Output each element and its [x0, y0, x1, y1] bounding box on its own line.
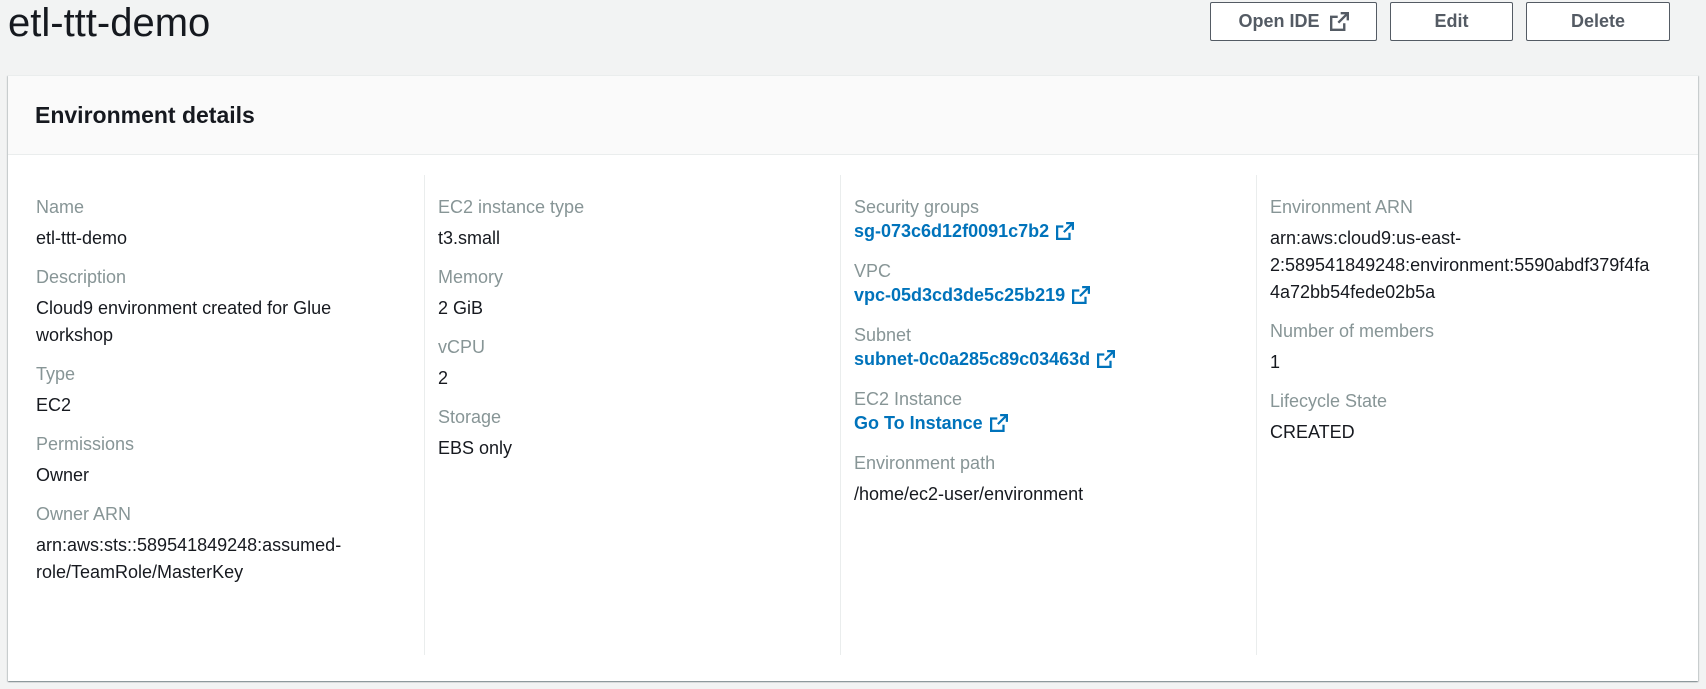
description-label: Description — [36, 267, 127, 287]
name-field: Name etl-ttt-demo — [36, 195, 410, 252]
lifecycle-field: Lifecycle State CREATED — [1270, 389, 1658, 446]
instance-type-value: t3.small — [438, 228, 501, 248]
subnet-field: Subnet subnet-0c0a285c89c03463d — [854, 323, 1242, 371]
environment-arn-value: arn:aws:cloud9:us-east-2:589541849248:en… — [1270, 228, 1650, 302]
vpc-field: VPC vpc-05d3cd3de5c25b219 — [854, 259, 1242, 307]
environment-arn-label: Environment ARN — [1270, 197, 1414, 217]
open-ide-button[interactable]: Open IDE — [1210, 2, 1377, 41]
security-group-link-text: sg-073c6d12f0091c7b2 — [854, 221, 1050, 241]
delete-button[interactable]: Delete — [1526, 2, 1670, 41]
go-to-instance-link[interactable]: Go To Instance — [854, 411, 1008, 435]
vcpu-label: vCPU — [438, 337, 486, 357]
external-link-icon — [1072, 286, 1091, 304]
panel-title: Environment details — [35, 101, 255, 128]
permissions-field: Permissions Owner — [36, 432, 410, 489]
security-groups-label: Security groups — [854, 197, 980, 217]
members-value: 1 — [1270, 352, 1281, 372]
header-actions: Open IDE Edit Delete — [1210, 2, 1670, 41]
go-to-instance-link-text: Go To Instance — [854, 413, 983, 433]
lifecycle-label: Lifecycle State — [1270, 391, 1388, 411]
subnet-link[interactable]: subnet-0c0a285c89c03463d — [854, 347, 1116, 371]
details-column-network: Security groups sg-073c6d12f0091c7b2 VPC… — [840, 175, 1256, 655]
environment-arn-field: Environment ARN arn:aws:cloud9:us-east-2… — [1270, 195, 1658, 306]
vcpu-value: 2 — [438, 368, 449, 388]
details-column-compute: EC2 instance type t3.small Memory 2 GiB … — [424, 175, 840, 655]
details-columns: Name etl-ttt-demo Description Cloud9 env… — [8, 175, 1698, 655]
name-label: Name — [36, 197, 85, 217]
ec2-instance-field: EC2 Instance Go To Instance — [854, 387, 1242, 435]
members-label: Number of members — [1270, 321, 1435, 341]
delete-label: Delete — [1570, 11, 1626, 31]
memory-label: Memory — [438, 267, 504, 287]
owner-arn-field: Owner ARN arn:aws:sts::589541849248:assu… — [36, 502, 410, 586]
type-value: EC2 — [36, 395, 72, 415]
external-link-icon — [1329, 12, 1349, 31]
vpc-label: VPC — [854, 261, 892, 281]
description-field: Description Cloud9 environment created f… — [36, 265, 410, 349]
instance-type-field: EC2 instance type t3.small — [438, 195, 826, 252]
security-group-link[interactable]: sg-073c6d12f0091c7b2 — [854, 219, 1075, 243]
edit-button[interactable]: Edit — [1390, 2, 1513, 41]
page-title: etl-ttt-demo — [8, 1, 211, 45]
description-value: Cloud9 environment created for Glue work… — [36, 298, 332, 345]
name-value: etl-ttt-demo — [36, 228, 128, 248]
ec2-instance-label: EC2 Instance — [854, 389, 963, 409]
instance-type-label: EC2 instance type — [438, 197, 585, 217]
type-label: Type — [36, 364, 76, 384]
external-link-icon — [989, 414, 1008, 432]
type-field: Type EC2 — [36, 362, 410, 419]
memory-field: Memory 2 GiB — [438, 265, 826, 322]
environment-path-label: Environment path — [854, 453, 996, 473]
environment-path-value: /home/ec2-user/environment — [854, 484, 1084, 504]
storage-label: Storage — [438, 407, 502, 427]
owner-arn-value: arn:aws:sts::589541849248:assumed-role/T… — [36, 535, 342, 582]
security-groups-field: Security groups sg-073c6d12f0091c7b2 — [854, 195, 1242, 243]
lifecycle-value: CREATED — [1270, 422, 1355, 442]
external-link-icon — [1097, 350, 1116, 368]
storage-field: Storage EBS only — [438, 405, 826, 462]
vpc-link-text: vpc-05d3cd3de5c25b219 — [854, 285, 1066, 305]
vcpu-field: vCPU 2 — [438, 335, 826, 392]
open-ide-label: Open IDE — [1238, 11, 1320, 31]
permissions-value: Owner — [36, 465, 90, 485]
edit-label: Edit — [1434, 11, 1469, 31]
members-field: Number of members 1 — [1270, 319, 1658, 376]
environment-path-field: Environment path /home/ec2-user/environm… — [854, 451, 1242, 508]
panel-header: Environment details — [8, 76, 1698, 155]
subnet-label: Subnet — [854, 325, 912, 345]
subnet-link-text: subnet-0c0a285c89c03463d — [854, 349, 1091, 369]
environment-details-panel: Environment details Name etl-ttt-demo De… — [8, 75, 1698, 681]
owner-arn-label: Owner ARN — [36, 504, 132, 524]
vpc-link[interactable]: vpc-05d3cd3de5c25b219 — [854, 283, 1091, 307]
details-column-environment: Environment ARN arn:aws:cloud9:us-east-2… — [1256, 175, 1672, 655]
external-link-icon — [1056, 222, 1075, 240]
details-column-general: Name etl-ttt-demo Description Cloud9 env… — [8, 175, 424, 655]
memory-value: 2 GiB — [438, 298, 484, 318]
storage-value: EBS only — [438, 438, 513, 458]
permissions-label: Permissions — [36, 434, 135, 454]
